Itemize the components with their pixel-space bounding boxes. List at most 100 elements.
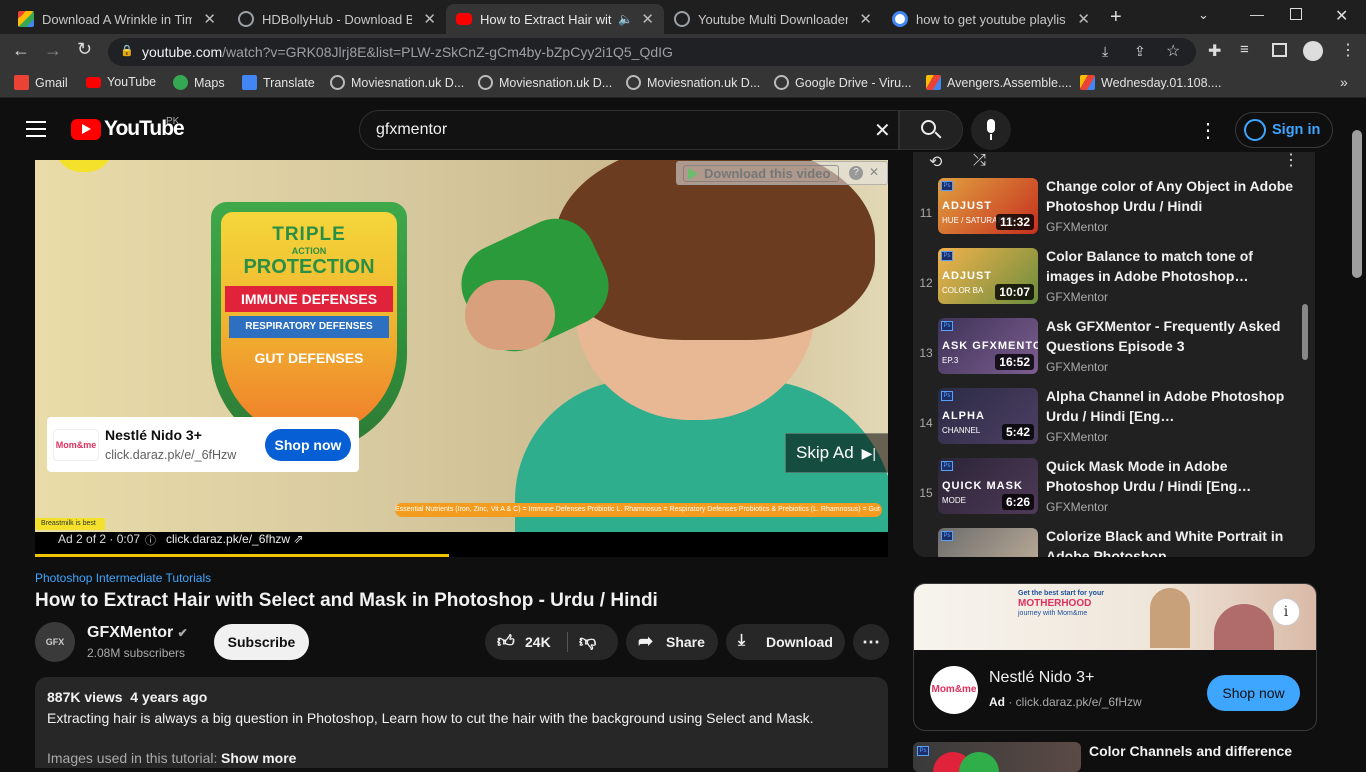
bookmark-item[interactable]: Gmail (14, 75, 68, 90)
close-tab-icon[interactable]: ✕ (1077, 10, 1090, 28)
close-tab-icon[interactable]: ✕ (641, 10, 654, 28)
sidebar-ad[interactable]: Get the best start for your MOTHERHOOD j… (913, 583, 1317, 731)
reload-icon[interactable]: ↻ (77, 39, 92, 60)
close-tab-icon[interactable]: ✕ (203, 10, 216, 28)
install-icon[interactable]: ⤓ (1102, 43, 1108, 60)
playlist-item[interactable]: 14 Ps ALPHA CHANNEL 5:42 Alpha Channel in Ado… (913, 386, 1315, 456)
like-count[interactable]: 24K (525, 634, 551, 650)
bookmark-item[interactable]: Maps (173, 75, 225, 90)
ad-overlay-card[interactable]: Mom&me Nestlé Nido 3+ click.daraz.pk/e/_… (47, 417, 359, 472)
youtube-logo-icon[interactable] (71, 119, 101, 140)
bookmarks-bar: Gmail YouTube Maps Translate Moviesnatio… (0, 70, 1366, 98)
more-bookmarks-icon[interactable]: » (1340, 74, 1348, 90)
search-input[interactable]: gfxmentor ✕ (359, 110, 899, 150)
video-thumbnail[interactable]: Ps ADJUST HUE / SATURATION 11:32 (938, 178, 1038, 234)
browser-tab[interactable]: Youtube Multi Downloader C ✕ (664, 4, 882, 34)
bookmark-item[interactable]: Wednesday.01.108.... (1080, 75, 1221, 90)
bookmark-item[interactable]: Moviesnation.uk D... (478, 75, 612, 90)
bookmark-star-icon[interactable]: ☆ (1166, 41, 1180, 61)
close-tab-icon[interactable]: ✕ (423, 10, 436, 28)
subscribe-button[interactable]: Subscribe (214, 624, 309, 660)
bookmark-item[interactable]: Moviesnation.uk D... (330, 75, 464, 90)
shop-now-button[interactable]: Shop now (265, 429, 351, 461)
thumbs-up-icon[interactable]: 👍︎ (497, 631, 515, 652)
bookmark-item[interactable]: Avengers.Assemble.... (926, 75, 1072, 90)
browser-tab[interactable]: Download A Wrinkle in Time ✕ (8, 4, 226, 34)
restore-icon[interactable] (1290, 8, 1302, 20)
playlist-video-title[interactable]: Change color of Any Object in Adobe Phot… (1046, 176, 1296, 216)
playlist-video-title[interactable]: Color Balance to match tone of images in… (1046, 246, 1296, 286)
close-window-icon[interactable]: ✕ (1335, 6, 1348, 26)
tab-search-icon[interactable]: ⌄ (1198, 7, 1209, 23)
share-button[interactable]: ➦ Share (626, 624, 718, 660)
video-thumbnail[interactable]: Ps (938, 528, 1038, 557)
playlist-scrollbar[interactable] (1302, 304, 1308, 360)
video-thumbnail[interactable]: Ps QUICK MASK MODE 6:26 (938, 458, 1038, 514)
playlist-video-title[interactable]: Colorize Black and White Portrait in Ado… (1046, 526, 1296, 557)
side-panel-icon[interactable] (1272, 43, 1287, 57)
browser-tab[interactable]: HDBollyHub - Download Boll ✕ (228, 4, 446, 34)
video-thumbnail[interactable]: Ps ADJUST COLOR BA 10:07 (938, 248, 1038, 304)
video-thumbnail[interactable]: Ps ALPHA CHANNEL 5:42 (938, 388, 1038, 444)
sign-in-button[interactable]: Sign in (1235, 112, 1333, 148)
bookmark-item[interactable]: Moviesnation.uk D... (626, 75, 760, 90)
skip-ad-button[interactable]: Skip Ad ▶| (785, 433, 888, 473)
voice-search-button[interactable] (971, 110, 1011, 150)
channel-name[interactable]: GFXMentor ✔ (87, 624, 188, 642)
page-scrollbar[interactable] (1352, 130, 1362, 278)
recommendation-title[interactable]: Color Channels and difference (1089, 743, 1292, 759)
extensions-icon[interactable]: ✚ (1208, 41, 1221, 61)
playlist-menu-icon[interactable]: ⋮ (1283, 152, 1299, 170)
help-icon[interactable]: ? (849, 166, 863, 180)
playlist-item[interactable]: 12 Ps ADJUST COLOR BA 10:07 Color Balance to … (913, 246, 1315, 316)
view-stats: 887K views 4 years ago (47, 689, 208, 705)
video-thumbnail[interactable]: Ps ASK GFXMENTOR EP.3 16:52 (938, 318, 1038, 374)
settings-more-icon[interactable]: ⋮ (1198, 118, 1218, 143)
back-icon[interactable]: ← (12, 40, 30, 61)
playlist-item[interactable]: 16 Ps Colorize Black and White Portrait in… (913, 526, 1315, 557)
bookmark-item[interactable]: YouTube (86, 75, 156, 89)
close-icon[interactable]: ✕ (869, 165, 879, 179)
download-button[interactable]: ⤓ Download (726, 624, 845, 660)
speaker-icon[interactable]: 🔈 (618, 12, 633, 26)
ad-counter: Ad 2 of 2 · 0:07 (58, 532, 141, 546)
bookmark-item[interactable]: Google Drive - Viru... (774, 75, 911, 90)
minimize-icon[interactable]: — (1250, 6, 1264, 22)
new-tab-icon[interactable]: + (1110, 6, 1122, 29)
download-overlay[interactable]: Download this video ? ✕ (676, 161, 888, 185)
globe-icon (238, 11, 254, 27)
share-page-icon[interactable]: ⇪ (1134, 43, 1146, 60)
loop-icon[interactable]: ⟲ (929, 152, 942, 172)
search-button[interactable] (899, 110, 963, 150)
thumbs-down-icon[interactable]: 👎︎ (579, 631, 596, 652)
playlist-link[interactable]: Photoshop Intermediate Tutorials (35, 571, 211, 585)
info-icon[interactable]: ⓘ (145, 532, 156, 548)
playlist-video-title[interactable]: Quick Mask Mode in Adobe Photoshop Urdu … (1046, 456, 1296, 496)
shop-now-button[interactable]: Shop now (1207, 675, 1300, 711)
playlist-item[interactable]: 15 Ps QUICK MASK MODE 6:26 Quick Mask Mode in… (913, 456, 1315, 526)
ad-link[interactable]: click.daraz.pk/e/_6fhzw ⇗ (166, 532, 303, 546)
menu-icon[interactable] (26, 121, 46, 137)
browser-tab[interactable]: how to get youtube playlist l ✕ (882, 4, 1100, 34)
browser-tab-active[interactable]: How to Extract Hair with 🔈 ✕ (446, 4, 664, 34)
playlist-video-title[interactable]: Ask GFXMentor - Frequently Asked Questio… (1046, 316, 1296, 356)
more-actions-button[interactable]: ⋯ (853, 624, 889, 660)
playlist-video-title[interactable]: Alpha Channel in Adobe Photoshop Urdu / … (1046, 386, 1296, 426)
media-controls-icon[interactable]: ≡ (1240, 41, 1249, 58)
close-tab-icon[interactable]: ✕ (859, 10, 872, 28)
description-box[interactable]: 887K views 4 years ago Extracting hair i… (35, 677, 888, 768)
video-player[interactable]: TRIPLE ACTION PROTECTION IMMUNE DEFENSES… (35, 160, 888, 557)
channel-avatar[interactable]: GFX (35, 622, 75, 662)
chrome-menu-icon[interactable]: ⋮ (1340, 40, 1356, 60)
show-more-button[interactable]: Show more (221, 750, 296, 766)
url-field[interactable]: 🔒 youtube.com/watch?v=GRK08Jlrj8E&list=P… (108, 38, 1196, 66)
playlist-item[interactable]: 13 Ps ASK GFXMENTOR EP.3 16:52 Ask GFXMentor … (913, 316, 1315, 386)
profile-icon[interactable] (1303, 41, 1323, 61)
forward-icon[interactable]: → (44, 40, 62, 61)
clear-search-icon[interactable]: ✕ (874, 118, 891, 143)
download-video-button[interactable]: Download this video (683, 165, 839, 182)
ad-info-icon[interactable]: i (1272, 598, 1300, 626)
shuffle-icon[interactable]: ⤮ (973, 152, 986, 170)
playlist-item[interactable]: 11 Ps ADJUST HUE / SATURATION 11:32 Change co… (913, 176, 1315, 246)
bookmark-item[interactable]: Translate (242, 75, 315, 90)
